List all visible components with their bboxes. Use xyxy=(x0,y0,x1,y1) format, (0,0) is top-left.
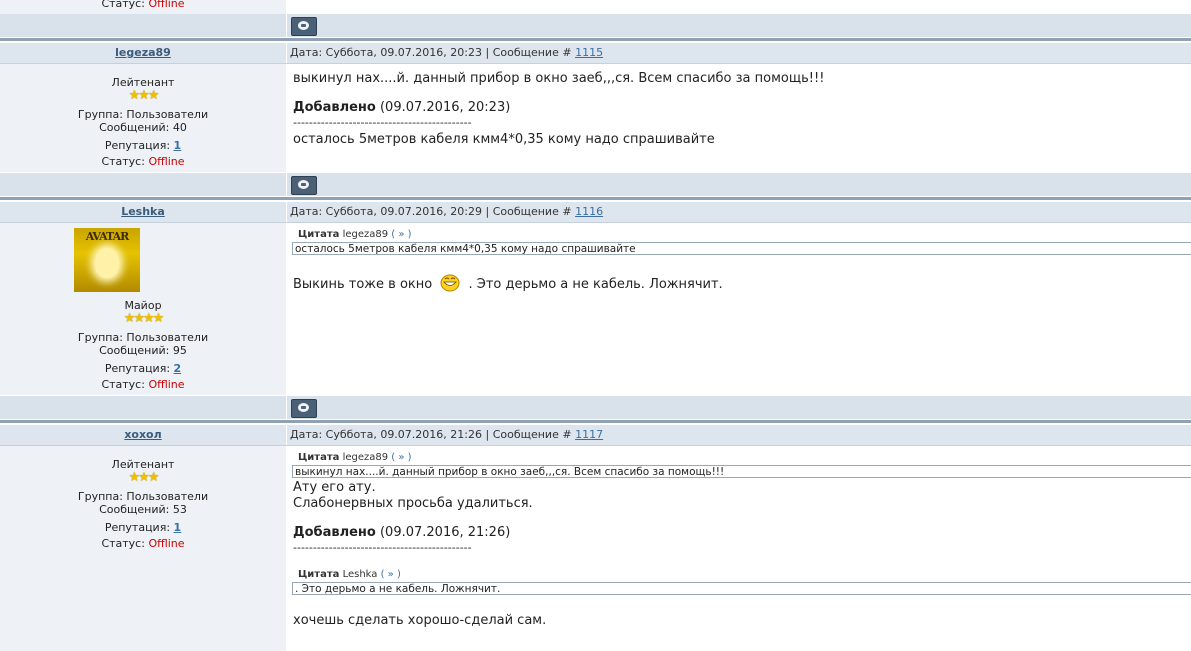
post-date: Дата: Суббота, 09.07.2016, 21:26 | Сообщ… xyxy=(290,428,572,441)
quote-source-link[interactable]: ( » ) xyxy=(391,452,411,463)
added-note: Добавлено (09.07.2016, 21:26) xyxy=(293,525,511,540)
avatar-figure xyxy=(95,248,119,278)
user-group: Группа: Пользователи xyxy=(77,331,209,344)
reputation-link[interactable]: 1 xyxy=(174,139,182,152)
post-separator xyxy=(0,197,1191,200)
quote-source-link[interactable]: ( » ) xyxy=(391,229,411,240)
quote-header: Цитата legeza89 ( » ) xyxy=(298,452,412,463)
user-info-panel: Майор ★★★★ Группа: Пользователи Сообщени… xyxy=(0,223,286,395)
user-info-panel: Лейтенант ★★★ Группа: Пользователи Сообщ… xyxy=(0,446,286,651)
post-number-link[interactable]: 1117 xyxy=(575,428,603,441)
post-footer-bar xyxy=(0,173,1191,196)
reputation-link[interactable]: 2 xyxy=(174,362,182,375)
user-reputation: Репутация: 2 xyxy=(104,362,182,375)
username-link[interactable]: хохол xyxy=(0,425,287,445)
post-separator xyxy=(0,38,1191,41)
post-number-link[interactable]: 1115 xyxy=(575,46,603,59)
private-message-icon[interactable] xyxy=(291,399,317,418)
quote-box: осталось 5метров кабеля кмм4*0,35 кому н… xyxy=(292,242,1191,255)
user-reputation: Репутация: 1 xyxy=(104,521,182,534)
post-separator xyxy=(0,420,1191,423)
post-body-text: осталось 5метров кабеля кмм4*0,35 кому н… xyxy=(293,132,715,147)
post-body-text: Ату его ату. xyxy=(293,480,376,495)
quote-box: . Это дерьмо а не кабель. Ложнячит. xyxy=(292,582,1191,595)
user-group: Группа: Пользователи xyxy=(77,108,209,121)
added-note: Добавлено (09.07.2016, 20:23) xyxy=(293,100,511,115)
user-messages: Сообщений: 40 xyxy=(99,121,187,134)
post-header: хохол Дата: Суббота, 09.07.2016, 21:26 |… xyxy=(0,425,1191,446)
post-meta: Дата: Суббота, 09.07.2016, 20:29 | Сообщ… xyxy=(290,202,603,222)
rank-stars-icon: ★★★ xyxy=(128,88,160,103)
username-link[interactable]: Leshka xyxy=(0,202,287,222)
user-avatar[interactable]: AVATAR xyxy=(74,228,140,292)
private-message-icon[interactable] xyxy=(291,17,317,36)
post-header: Leshka Дата: Суббота, 09.07.2016, 20:29 … xyxy=(0,202,1191,223)
private-message-icon[interactable] xyxy=(291,176,317,195)
quote-header: Цитата legeza89 ( » ) xyxy=(298,229,412,240)
post-number-link[interactable]: 1116 xyxy=(575,205,603,218)
quote-box: выкинул нах....й. данный прибор в окно з… xyxy=(292,465,1191,478)
status-label: Статус: xyxy=(101,0,145,10)
status-value: Offline xyxy=(148,0,185,10)
post-date: Дата: Суббота, 09.07.2016, 20:29 | Сообщ… xyxy=(290,205,572,218)
post-body-text: выкинул нах....й. данный прибор в окно з… xyxy=(293,71,825,86)
divider-dashes: ----------------------------------------… xyxy=(293,116,472,129)
divider-dashes: ----------------------------------------… xyxy=(293,541,472,554)
user-group: Группа: Пользователи xyxy=(77,490,209,503)
post-date: Дата: Суббота, 09.07.2016, 20:23 | Сообщ… xyxy=(290,46,572,59)
user-reputation: Репутация: 1 xyxy=(104,139,182,152)
post-meta: Дата: Суббота, 09.07.2016, 21:26 | Сообщ… xyxy=(290,425,603,445)
post-body-text: Выкинь тоже в окно . Это дерьмо а не каб… xyxy=(293,274,723,292)
user-info-panel: Лейтенант ★★★ Группа: Пользователи Сообщ… xyxy=(0,64,286,172)
post-meta: Дата: Суббота, 09.07.2016, 20:23 | Сообщ… xyxy=(290,43,603,63)
user-status: Статус: Offline xyxy=(101,155,185,168)
user-status: Статус: Offline xyxy=(101,378,185,391)
user-messages: Сообщений: 95 xyxy=(99,344,187,357)
username-link[interactable]: legeza89 xyxy=(0,43,287,63)
post-footer-bar xyxy=(0,14,1191,37)
post-footer-bar xyxy=(0,396,1191,419)
rank-stars-icon: ★★★★ xyxy=(123,311,165,326)
quote-source-link[interactable]: ( » ) xyxy=(381,569,401,580)
reputation-link[interactable]: 1 xyxy=(174,521,182,534)
prev-post-status: Статус: Offline xyxy=(0,0,286,14)
post-header: legeza89 Дата: Суббота, 09.07.2016, 20:2… xyxy=(0,43,1191,64)
user-messages: Сообщений: 53 xyxy=(99,503,187,516)
avatar-title: AVATAR xyxy=(85,230,130,243)
post-body-text: хочешь сделать хорошо-сделай сам. xyxy=(293,613,547,628)
rank-stars-icon: ★★★ xyxy=(128,470,160,485)
post-body-text: Слабонервных просьба удалиться. xyxy=(293,496,533,511)
user-status: Статус: Offline xyxy=(101,537,185,550)
smiley-icon xyxy=(440,274,460,292)
quote-header: Цитата Leshka ( » ) xyxy=(298,569,401,580)
